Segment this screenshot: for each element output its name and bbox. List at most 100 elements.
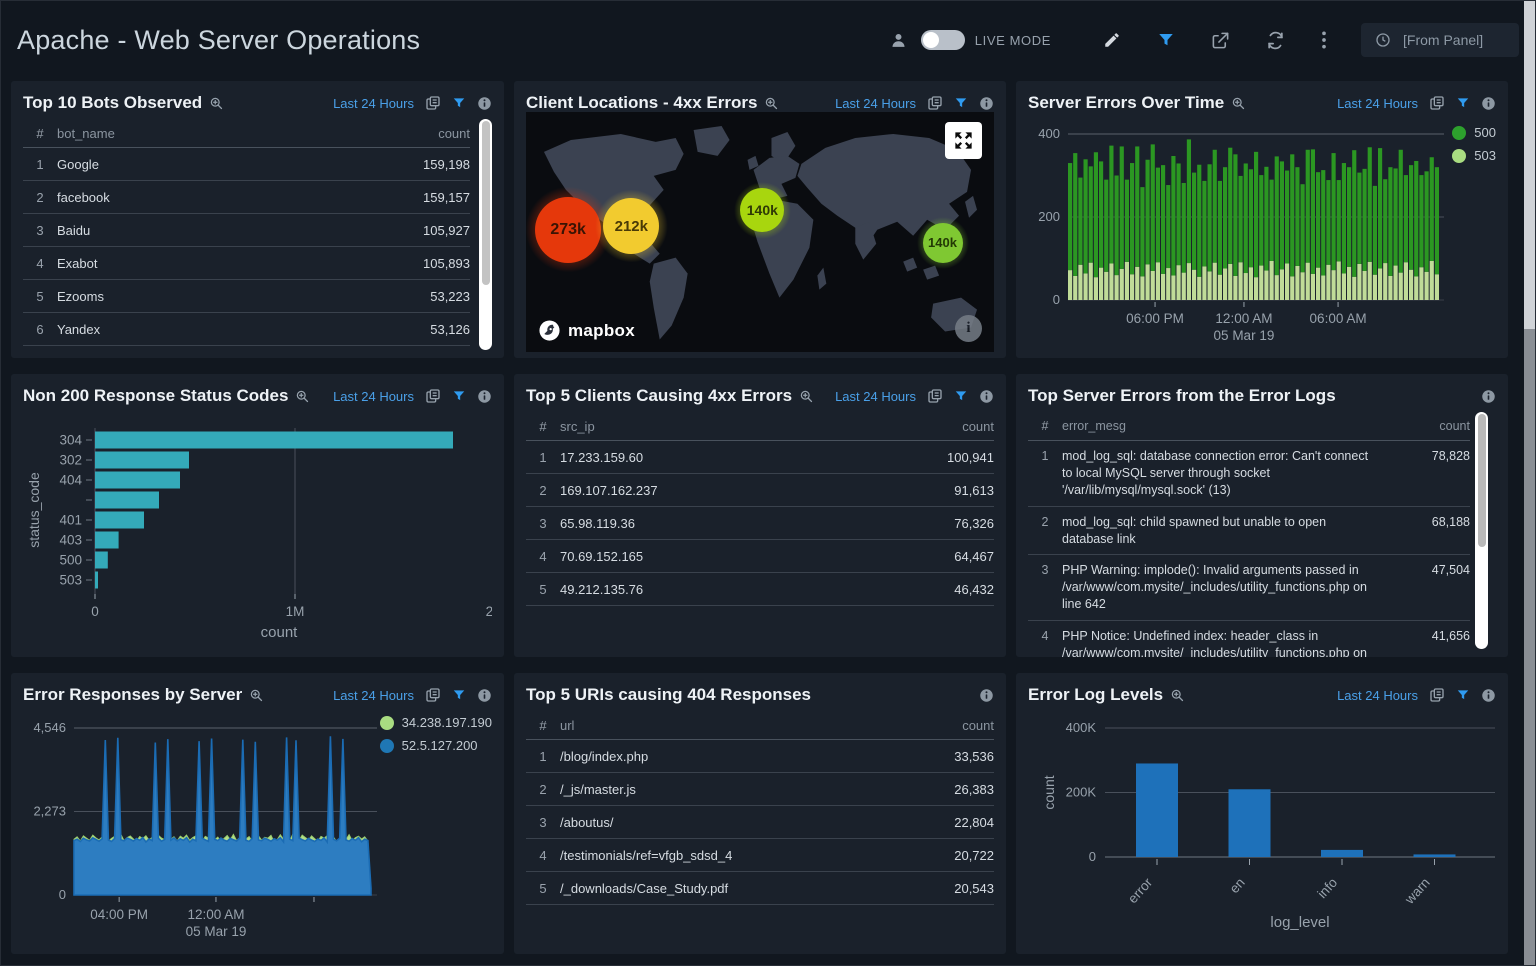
map-info-button[interactable]: i [955, 315, 982, 342]
table-cell: 5 [23, 289, 57, 304]
table-cell: PHP Notice: Undefined index: header_clas… [1062, 628, 1390, 657]
table-cell: 22,804 [914, 815, 994, 830]
info-icon[interactable] [979, 96, 994, 111]
zoom-in-icon[interactable] [209, 96, 224, 111]
svg-text:400: 400 [1038, 126, 1060, 141]
copy-icon[interactable] [927, 388, 943, 404]
table-cell: 169.107.162.237 [560, 483, 914, 498]
zoom-in-icon[interactable] [799, 389, 814, 404]
table-cell: 100,941 [914, 450, 994, 465]
info-icon[interactable] [477, 688, 492, 703]
time-range-link[interactable]: Last 24 Hours [835, 389, 916, 404]
svg-text:12:00 AM: 12:00 AM [187, 907, 244, 922]
panel-title: Top Server Errors from the Error Logs [1028, 386, 1336, 406]
legend-label: 500 [1474, 125, 1496, 140]
zoom-in-icon[interactable] [1170, 688, 1185, 703]
time-range-link[interactable]: Last 24 Hours [333, 96, 414, 111]
info-icon[interactable] [979, 688, 994, 703]
info-icon[interactable] [1481, 389, 1496, 404]
panel-filter-icon[interactable] [954, 389, 968, 403]
map-bubble[interactable]: 273k [535, 197, 601, 263]
svg-text:2M: 2M [486, 604, 492, 619]
svg-text:05 Mar 19: 05 Mar 19 [1214, 328, 1275, 341]
time-range-link[interactable]: Last 24 Hours [835, 96, 916, 111]
zoom-in-icon[interactable] [764, 96, 779, 111]
panel-filter-icon[interactable] [1456, 688, 1470, 702]
info-icon[interactable] [979, 389, 994, 404]
table-cell: 4 [1028, 628, 1062, 645]
table-row: 117.233.159.60100,941 [526, 441, 994, 474]
time-range-link[interactable]: Last 24 Hours [333, 688, 414, 703]
panel-filter-icon[interactable] [452, 389, 466, 403]
bubble-label: 140k [928, 235, 957, 250]
table-cell: 1 [1028, 448, 1062, 465]
share-icon[interactable] [1211, 31, 1230, 50]
time-range-link[interactable]: Last 24 Hours [1337, 688, 1418, 703]
copy-icon[interactable] [1429, 687, 1445, 703]
info-icon[interactable] [1481, 688, 1496, 703]
live-mode-label: LIVE MODE [975, 33, 1051, 48]
world-map[interactable]: mapbox i 273k212k 140k 140k [526, 112, 994, 352]
copy-icon[interactable] [425, 388, 441, 404]
table-cell: 70.69.152.165 [560, 549, 914, 564]
table-header: #error_mesgcount [1028, 412, 1470, 441]
table-cell: /_js/master.js [560, 782, 914, 797]
copy-icon[interactable] [927, 95, 943, 111]
svg-text:0: 0 [1089, 849, 1096, 864]
refresh-icon[interactable] [1266, 31, 1285, 50]
table-cell: 53,126 [390, 322, 470, 337]
svg-text:status_code: status_code [26, 472, 42, 548]
col-header-index: # [526, 718, 560, 733]
copy-icon[interactable] [425, 95, 441, 111]
zoom-in-icon[interactable] [249, 688, 264, 703]
page-scrollbar[interactable] [1524, 1, 1535, 965]
server-errors-chart[interactable]: 020040006:00 PM12:00 AM05 Mar 1906:00 AM [1028, 119, 1496, 350]
expand-arrows-icon [952, 129, 975, 152]
panel-scrollbar[interactable] [1475, 412, 1488, 649]
time-range-link[interactable]: Last 24 Hours [333, 389, 414, 404]
time-range-selector[interactable]: [From Panel] [1361, 23, 1519, 57]
col-header-name: src_ip [560, 419, 914, 434]
table-row: 1Google159,198 [23, 148, 470, 181]
zoom-in-icon[interactable] [1231, 96, 1246, 111]
map-bubble[interactable]: 140k [740, 188, 784, 232]
filter-icon[interactable] [1157, 31, 1175, 49]
mapbox-logo[interactable]: mapbox [538, 319, 635, 342]
bots-table: #bot_namecount1Google159,1982facebook159… [23, 119, 470, 346]
svg-text:info: info [1315, 875, 1341, 901]
map-bubble[interactable]: 212k [603, 198, 659, 254]
panel-filter-icon[interactable] [452, 688, 466, 702]
scrollbar-thumb[interactable] [482, 121, 490, 285]
panel-filter-icon[interactable] [1456, 96, 1470, 110]
svg-text:en: en [1227, 875, 1248, 896]
panel-top-uris: Top 5 URIs causing 404 Responses #urlcou… [514, 673, 1006, 954]
table-cell: 20,543 [914, 881, 994, 896]
svg-text:06:00 AM: 06:00 AM [1310, 311, 1367, 326]
status-codes-chart[interactable]: 01M2M304302404401403500503status_codecou… [23, 412, 492, 649]
chart-legend: 34.238.197.19052.5.127.200 [380, 715, 492, 753]
edit-pencil-icon[interactable] [1103, 31, 1121, 49]
page-scrollbar-thumb[interactable] [1524, 1, 1535, 329]
svg-text:log_level: log_level [1270, 914, 1329, 931]
info-icon[interactable] [477, 389, 492, 404]
svg-text:count: count [1041, 775, 1057, 809]
zoom-in-icon[interactable] [295, 389, 310, 404]
info-icon[interactable] [477, 96, 492, 111]
panel-filter-icon[interactable] [954, 96, 968, 110]
panel-filter-icon[interactable] [452, 96, 466, 110]
kebab-menu-icon[interactable] [1321, 30, 1327, 50]
svg-text:500: 500 [59, 553, 82, 568]
table-cell: 41,656 [1390, 628, 1470, 645]
scrollbar-thumb[interactable] [1478, 414, 1486, 547]
map-bubble[interactable]: 140k [923, 223, 963, 263]
copy-icon[interactable] [425, 687, 441, 703]
map-expand-button[interactable] [945, 122, 982, 159]
info-icon[interactable] [1481, 96, 1496, 111]
live-mode-toggle[interactable] [921, 30, 965, 50]
svg-text:0: 0 [1053, 292, 1060, 307]
panel-scrollbar[interactable] [479, 119, 492, 350]
log-levels-chart[interactable]: 0200K400Kerroreninfowarncountlog_level [1028, 711, 1496, 946]
copy-icon[interactable] [1429, 95, 1445, 111]
time-range-link[interactable]: Last 24 Hours [1337, 96, 1418, 111]
table-cell: 159,198 [390, 157, 470, 172]
